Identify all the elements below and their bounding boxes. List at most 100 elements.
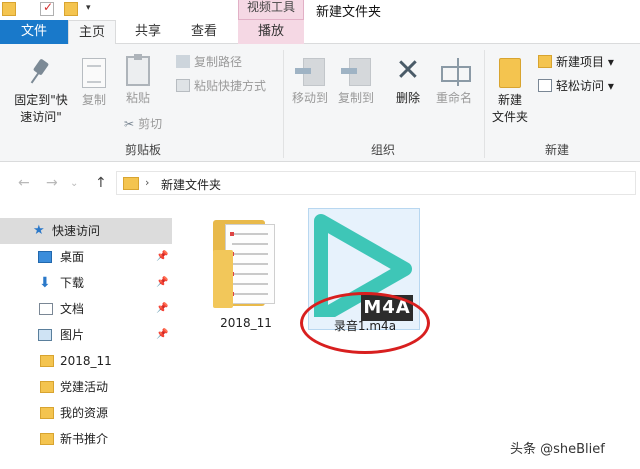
- sidebar-item-label: 快速访问: [52, 224, 101, 238]
- paste-shortcut-icon: [176, 79, 190, 92]
- pin-icon[interactable]: 📌: [156, 296, 168, 322]
- sidebar-item-label: 党建活动: [60, 380, 109, 394]
- new-item-label: 新建项目 ▾: [556, 55, 614, 69]
- document-icon: [39, 303, 53, 315]
- sidebar-item-pictures[interactable]: 图片 📌: [0, 322, 172, 348]
- paste-icon: [126, 54, 150, 86]
- cut-button[interactable]: ✂ 剪切: [124, 116, 162, 133]
- sidebar-item-documents[interactable]: 文档 📌: [0, 296, 172, 322]
- new-group-label: 新建: [544, 143, 569, 157]
- navigation-bar: ← → ⌄ ↑ › 新建文件夹: [0, 166, 640, 200]
- rename-icon: [439, 56, 471, 86]
- copy-path-label: 复制路径: [194, 55, 243, 69]
- sidebar-item-desktop[interactable]: 桌面 📌: [0, 244, 172, 270]
- folder-icon: [40, 381, 54, 393]
- pin-icon[interactable]: 📌: [156, 244, 168, 270]
- properties-check-icon[interactable]: [40, 0, 54, 16]
- sidebar-item-label: 2018_11: [60, 354, 112, 368]
- easy-access-button[interactable]: 轻松访问 ▾: [538, 78, 614, 95]
- new-folder-label-line2: 文件夹: [491, 110, 528, 124]
- sidebar-item-new-books[interactable]: 新书推介: [0, 426, 172, 452]
- scissors-icon: ✂: [124, 117, 135, 131]
- paste-shortcut-button[interactable]: 粘贴快捷方式: [176, 78, 266, 95]
- sidebar-item-label: 新书推介: [60, 432, 109, 446]
- copy-path-button[interactable]: 复制路径: [176, 54, 242, 71]
- folder-item-2018-11[interactable]: 2018_11: [172, 200, 312, 340]
- pin-label-line1: 固定到"快: [14, 93, 68, 107]
- sidebar-item-label: 下载: [60, 276, 85, 290]
- sidebar-item-quick-access[interactable]: ★ 快速访问: [0, 218, 172, 244]
- copy-to-button[interactable]: 复制到: [334, 56, 378, 107]
- copy-to-label: 复制到: [337, 91, 374, 105]
- desktop-icon: [38, 251, 52, 263]
- group-divider: [283, 50, 284, 158]
- back-arrow-icon[interactable]: ←: [18, 175, 30, 191]
- folder-icon: [213, 220, 279, 308]
- navigation-pane: ★ 快速访问 桌面 📌 ⬇ 下载 📌 文档 📌 图片 📌 2018_11 党建活…: [0, 218, 172, 469]
- delete-x-icon: ✕: [395, 53, 421, 88]
- easy-access-icon: [538, 79, 552, 92]
- organize-group-label: 组织: [370, 143, 395, 157]
- new-folder-label-line1: 新建: [497, 93, 522, 107]
- cut-label: 剪切: [138, 117, 163, 131]
- pin-label-line2: 速访问": [20, 110, 62, 124]
- ribbon: 固定到"快 速访问" 复制 粘贴 复制路径 粘贴快捷方式 ✂ 剪切 剪贴板 移动到…: [0, 44, 640, 162]
- ribbon-tab-row: 文件 主页 共享 查看 播放: [0, 20, 640, 45]
- copy-path-icon: [176, 55, 190, 68]
- move-to-button[interactable]: 移动到: [288, 56, 332, 107]
- sidebar-item-label: 文档: [60, 302, 85, 316]
- copy-to-icon: [341, 56, 371, 86]
- breadcrumb-separator[interactable]: ›: [145, 176, 149, 189]
- sidebar-item-folder-2018-11[interactable]: 2018_11: [0, 348, 172, 374]
- tab-home[interactable]: 主页: [68, 20, 116, 45]
- new-folder-button[interactable]: 新建 文件夹: [488, 58, 532, 126]
- new-item-button[interactable]: 新建项目 ▾: [538, 54, 614, 71]
- paste-shortcut-label: 粘贴快捷方式: [194, 79, 267, 93]
- recent-chevron-icon[interactable]: ⌄: [70, 178, 78, 189]
- delete-label: 删除: [395, 91, 420, 105]
- breadcrumb-current[interactable]: 新建文件夹: [161, 176, 221, 193]
- group-divider: [484, 50, 485, 158]
- customize-toolbar-chevron-icon[interactable]: ▾: [86, 3, 91, 13]
- sidebar-item-party-activities[interactable]: 党建活动: [0, 374, 172, 400]
- clipboard-group-label: 剪贴板: [124, 143, 161, 157]
- file-name: 2018_11: [220, 316, 272, 330]
- tab-view[interactable]: 查看: [178, 20, 230, 44]
- sidebar-item-label: 桌面: [60, 250, 85, 264]
- copy-label: 复制: [81, 93, 106, 107]
- rename-label: 重命名: [435, 91, 472, 105]
- delete-button[interactable]: ✕ 删除: [388, 56, 428, 107]
- copy-button[interactable]: 复制: [76, 58, 112, 109]
- folder-icon: [40, 407, 54, 419]
- up-arrow-icon[interactable]: ↑: [95, 175, 107, 191]
- address-folder-icon: [123, 177, 139, 190]
- sidebar-item-label: 我的资源: [60, 406, 109, 420]
- sidebar-item-downloads[interactable]: ⬇ 下载 📌: [0, 270, 172, 296]
- address-bar[interactable]: › 新建文件夹: [116, 171, 636, 195]
- window-title: 新建文件夹: [316, 5, 382, 20]
- quick-access-folder-icon[interactable]: [2, 2, 16, 16]
- copy-icon: [82, 58, 106, 88]
- picture-icon: [38, 329, 52, 341]
- tab-play[interactable]: 播放: [238, 20, 304, 44]
- pin-quick-access-button[interactable]: 固定到"快 速访问": [8, 58, 74, 126]
- new-folder-icon: [499, 58, 521, 88]
- star-icon: ★: [33, 223, 45, 238]
- pin-icon[interactable]: 📌: [156, 270, 168, 296]
- sidebar-item-label: 图片: [60, 328, 85, 342]
- sidebar-item-my-resources[interactable]: 我的资源: [0, 400, 172, 426]
- new-folder-quick-icon[interactable]: [64, 2, 78, 16]
- download-arrow-icon: ⬇: [39, 275, 51, 291]
- new-item-icon: [538, 55, 552, 68]
- rename-button[interactable]: 重命名: [432, 56, 476, 107]
- easy-access-label: 轻松访问 ▾: [556, 79, 614, 93]
- tab-share[interactable]: 共享: [122, 20, 174, 44]
- forward-arrow-icon[interactable]: →: [46, 175, 58, 191]
- red-circle-annotation: [300, 292, 430, 354]
- pin-icon[interactable]: 📌: [156, 322, 168, 348]
- move-to-icon: [295, 56, 325, 86]
- pin-icon: [28, 58, 54, 88]
- paste-button[interactable]: 粘贴: [120, 54, 156, 107]
- tab-file[interactable]: 文件: [0, 20, 68, 44]
- folder-icon: [40, 433, 54, 445]
